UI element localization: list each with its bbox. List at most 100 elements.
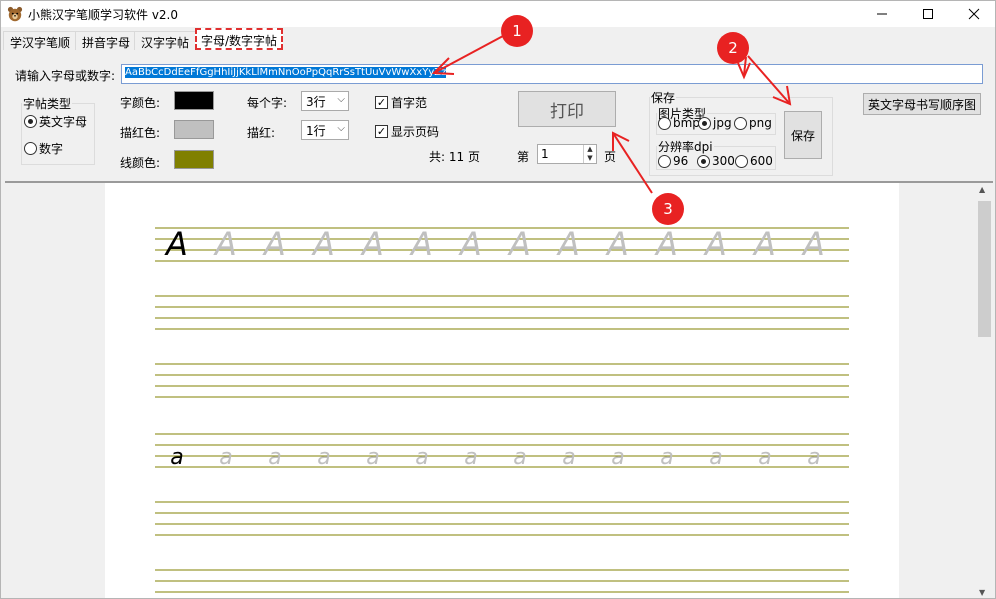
radio-jpg[interactable]: jpg xyxy=(698,116,732,130)
trace-letter: A xyxy=(605,225,629,263)
radio-dot-icon xyxy=(24,115,37,128)
radio-png[interactable]: png xyxy=(734,116,772,130)
radio-jpg-label: jpg xyxy=(713,116,732,130)
first-char-model-checkbox[interactable]: ✓ 首字范 xyxy=(375,94,427,111)
app-window: 小熊汉字笔顺学习软件 v2.0 学汉字笔顺 拼音字母 汉字字帖 字母/数字字帖 … xyxy=(0,0,996,599)
copybook-canvas: A A A A A A A A A A A A A Aa a a a a a a a a a a a a a xyxy=(155,225,849,593)
trace-letter: a xyxy=(709,445,722,470)
trace-letter: A xyxy=(752,225,776,263)
input-label: 请输入字母或数字: xyxy=(15,69,116,83)
show-page-number-label: 显示页码 xyxy=(391,125,440,139)
radio-dpi-96[interactable]: 96 xyxy=(658,154,688,168)
scroll-down-icon[interactable]: ▼ xyxy=(979,588,985,597)
radio-english[interactable]: 英文字母 xyxy=(24,113,87,130)
trace-letter: a xyxy=(660,445,673,470)
radio-dot-icon xyxy=(698,116,711,130)
radio-english-label: 英文字母 xyxy=(39,115,88,129)
page-prefix: 第 xyxy=(517,150,530,164)
title-bar: 小熊汉字笔顺学习软件 v2.0 xyxy=(1,1,995,27)
dpi-legend: 分辨率dpi xyxy=(658,140,713,154)
chevron-down-icon: ⌵ xyxy=(337,94,345,105)
trace-letter: a xyxy=(513,445,526,470)
radio-dpi-600-label: 600 xyxy=(750,154,773,168)
checkmark-icon: ✓ xyxy=(375,96,388,109)
trace-rows-value: 1行 xyxy=(306,124,326,138)
trace-letter: A xyxy=(458,225,482,263)
preview-area: AAAAAAAAAAAAAAaaaaaaaaaaaaaa ▲ ▼ xyxy=(5,181,993,598)
radio-circle-icon xyxy=(658,116,671,130)
trace-letter: a xyxy=(611,445,624,470)
per-char-select[interactable]: 3行 ⌵ xyxy=(301,91,349,111)
maximize-icon xyxy=(923,9,933,19)
radio-bmp[interactable]: bmp xyxy=(658,116,700,130)
spinner-arrows-icon[interactable]: ▲ ▼ xyxy=(583,145,596,163)
trace-letter: A xyxy=(409,225,433,263)
per-char-label: 每个字: xyxy=(247,96,288,110)
radio-number[interactable]: 数字 xyxy=(24,140,63,157)
char-color-swatch[interactable] xyxy=(174,91,214,110)
radio-number-label: 数字 xyxy=(39,142,64,156)
radio-dpi-300[interactable]: 300 xyxy=(697,154,735,168)
close-button[interactable] xyxy=(951,1,995,27)
trace-letter: A xyxy=(262,225,286,263)
page-suffix: 页 xyxy=(604,150,617,164)
vertical-scrollbar[interactable]: ▲ ▼ xyxy=(976,183,993,598)
page-number-spinner[interactable]: 1 ▲ ▼ xyxy=(537,144,597,164)
tab-pinyin[interactable]: 拼音字母 xyxy=(75,31,138,50)
trace-letter: A xyxy=(556,225,580,263)
trace-letter: A xyxy=(311,225,335,263)
radio-dpi-300-label: 300 xyxy=(712,154,735,168)
radio-circle-icon xyxy=(735,154,748,168)
trace-letter: a xyxy=(219,445,232,470)
tab-hanzi-stroke[interactable]: 学汉字笔顺 xyxy=(3,31,78,50)
trace-rows-label: 描红: xyxy=(247,126,276,140)
trace-letter: A xyxy=(360,225,384,263)
show-page-number-checkbox[interactable]: ✓ 显示页码 xyxy=(375,123,439,140)
radio-circle-icon xyxy=(658,154,671,168)
print-button[interactable]: 打印 xyxy=(518,91,616,127)
trace-letter: A xyxy=(213,225,237,263)
settings-panel: 请输入字母或数字: AaBbCcDdEeFfGgHhIiJjKkLlMmNnOo… xyxy=(5,51,993,181)
marker-1: 1 xyxy=(501,15,533,47)
save-button[interactable]: 保存 xyxy=(784,111,822,159)
scroll-thumb[interactable] xyxy=(978,201,991,337)
minimize-icon xyxy=(877,13,887,15)
scroll-up-icon[interactable]: ▲ xyxy=(979,185,985,194)
save-legend: 保存 xyxy=(651,91,676,105)
radio-dot-icon xyxy=(697,154,710,168)
trace-letter: a xyxy=(562,445,575,470)
trace-letter: a xyxy=(268,445,281,470)
trace-letter: a xyxy=(807,445,820,470)
tab-hanzi-copybook[interactable]: 汉字字帖 xyxy=(134,31,197,50)
trace-color-swatch[interactable] xyxy=(174,120,214,139)
radio-png-label: png xyxy=(749,116,772,130)
trace-letter: a xyxy=(415,445,428,470)
radio-dpi-600[interactable]: 600 xyxy=(735,154,773,168)
per-char-value: 3行 xyxy=(306,95,326,109)
marker-2: 2 xyxy=(717,32,749,64)
model-letter: A xyxy=(164,225,188,263)
letter-input[interactable]: AaBbCcDdEeFfGgHhIiJjKkLlMmNnOoPpQqRrSsTt… xyxy=(121,64,983,84)
trace-letter: A xyxy=(654,225,678,263)
window-title: 小熊汉字笔顺学习软件 v2.0 xyxy=(28,8,179,22)
close-icon xyxy=(968,8,980,20)
trace-letter: a xyxy=(317,445,330,470)
trace-letter: a xyxy=(464,445,477,470)
letter-order-chart-button[interactable]: 英文字母书写顺序图 xyxy=(863,93,981,115)
trace-letter: A xyxy=(801,225,825,263)
radio-bmp-label: bmp xyxy=(673,116,700,130)
tab-letter-number-copybook[interactable]: 字母/数字字帖 xyxy=(195,28,284,50)
marker-3: 3 xyxy=(652,193,684,225)
trace-rows-select[interactable]: 1行 ⌵ xyxy=(301,120,349,140)
copybook-type-legend: 字帖类型 xyxy=(23,97,72,111)
radio-dpi-96-label: 96 xyxy=(673,154,689,168)
line-color-swatch[interactable] xyxy=(174,150,214,169)
first-char-model-label: 首字范 xyxy=(391,96,428,110)
char-color-label: 字颜色: xyxy=(120,96,161,110)
maximize-button[interactable] xyxy=(905,1,951,27)
trace-letter: a xyxy=(758,445,771,470)
minimize-button[interactable] xyxy=(859,1,905,27)
input-value: AaBbCcDdEeFfGgHhIiJjKkLlMmNnOoPpQqRrSsTt… xyxy=(125,67,447,78)
trace-color-label: 描红色: xyxy=(120,126,161,140)
trace-letter: A xyxy=(703,225,727,263)
